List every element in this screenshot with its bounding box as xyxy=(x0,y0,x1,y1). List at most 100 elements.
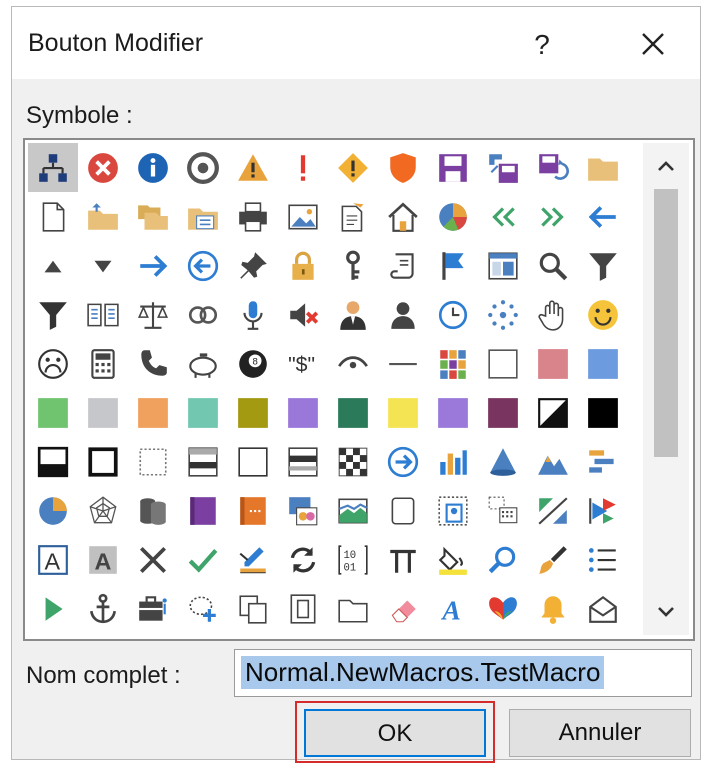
symbol-cell[interactable] xyxy=(528,192,578,241)
symbol-cell[interactable] xyxy=(178,143,228,192)
symbol-cell[interactable] xyxy=(28,339,78,388)
symbol-cell[interactable] xyxy=(128,437,178,486)
symbol-cell[interactable] xyxy=(578,143,628,192)
symbol-cell[interactable] xyxy=(528,290,578,339)
symbol-cell[interactable] xyxy=(378,584,428,633)
symbol-cell[interactable] xyxy=(578,388,628,437)
symbol-cell[interactable] xyxy=(428,241,478,290)
symbol-cell[interactable] xyxy=(528,388,578,437)
symbol-cell[interactable] xyxy=(278,192,328,241)
symbol-cell[interactable] xyxy=(328,241,378,290)
symbol-cell[interactable] xyxy=(478,192,528,241)
symbol-cell[interactable] xyxy=(128,535,178,584)
symbol-cell[interactable] xyxy=(328,290,378,339)
symbol-cell[interactable] xyxy=(578,486,628,535)
symbol-cell[interactable] xyxy=(478,290,528,339)
symbol-cell[interactable] xyxy=(78,584,128,633)
symbol-cell[interactable] xyxy=(28,486,78,535)
symbol-cell[interactable] xyxy=(478,143,528,192)
symbol-cell[interactable]: "$" xyxy=(278,339,328,388)
symbol-cell[interactable] xyxy=(228,241,278,290)
close-button[interactable] xyxy=(627,25,677,65)
symbol-cell[interactable] xyxy=(478,241,528,290)
symbol-cell[interactable] xyxy=(228,143,278,192)
symbol-cell[interactable] xyxy=(278,290,328,339)
symbol-cell[interactable] xyxy=(178,290,228,339)
symbol-cell[interactable] xyxy=(428,535,478,584)
symbol-cell[interactable] xyxy=(378,388,428,437)
symbol-cell[interactable]: A xyxy=(78,535,128,584)
symbol-cell[interactable] xyxy=(428,143,478,192)
symbol-cell[interactable] xyxy=(278,584,328,633)
symbol-cell[interactable] xyxy=(378,486,428,535)
symbol-cell[interactable] xyxy=(78,290,128,339)
symbol-cell[interactable] xyxy=(178,584,228,633)
symbol-cell[interactable] xyxy=(528,143,578,192)
symbol-cell[interactable] xyxy=(128,584,178,633)
symbol-cell[interactable] xyxy=(228,535,278,584)
symbol-cell[interactable] xyxy=(278,437,328,486)
symbol-cell[interactable] xyxy=(78,143,128,192)
symbol-cell[interactable] xyxy=(78,339,128,388)
symbol-cell[interactable]: A xyxy=(28,535,78,584)
symbol-cell[interactable] xyxy=(578,535,628,584)
scroll-down-button[interactable] xyxy=(643,589,689,635)
scroll-thumb[interactable] xyxy=(654,189,678,457)
symbol-cell[interactable] xyxy=(478,584,528,633)
symbol-cell[interactable] xyxy=(378,241,428,290)
symbol-cell[interactable] xyxy=(278,388,328,437)
symbol-cell[interactable] xyxy=(128,192,178,241)
symbol-cell[interactable] xyxy=(128,339,178,388)
symbol-cell[interactable] xyxy=(228,584,278,633)
symbol-cell[interactable]: 8 xyxy=(228,339,278,388)
ok-button[interactable]: OK xyxy=(304,709,486,757)
symbol-cell[interactable] xyxy=(78,192,128,241)
symbol-cell[interactable] xyxy=(28,241,78,290)
help-button[interactable]: ? xyxy=(517,25,567,65)
symbol-cell[interactable] xyxy=(528,486,578,535)
scroll-up-button[interactable] xyxy=(643,143,689,189)
symbol-cell[interactable] xyxy=(528,437,578,486)
symbol-cell[interactable] xyxy=(178,535,228,584)
symbol-cell[interactable] xyxy=(378,437,428,486)
symbol-cell[interactable] xyxy=(328,486,378,535)
symbol-cell[interactable] xyxy=(578,290,628,339)
symbol-cell[interactable] xyxy=(578,192,628,241)
vertical-scrollbar[interactable] xyxy=(643,143,689,635)
symbol-cell[interactable] xyxy=(328,192,378,241)
symbol-cell[interactable] xyxy=(328,143,378,192)
symbol-cell[interactable] xyxy=(578,437,628,486)
symbol-cell[interactable] xyxy=(128,290,178,339)
symbol-cell[interactable] xyxy=(228,388,278,437)
symbol-cell[interactable] xyxy=(428,388,478,437)
symbol-cell[interactable] xyxy=(478,339,528,388)
symbol-cell[interactable] xyxy=(178,241,228,290)
symbol-cell[interactable] xyxy=(78,388,128,437)
cancel-button[interactable]: Annuler xyxy=(509,709,691,757)
symbol-cell[interactable] xyxy=(378,290,428,339)
symbol-cell[interactable] xyxy=(328,339,378,388)
symbol-cell[interactable] xyxy=(28,192,78,241)
symbol-cell[interactable] xyxy=(378,143,428,192)
symbol-cell[interactable] xyxy=(478,535,528,584)
symbol-cell[interactable] xyxy=(228,486,278,535)
symbol-cell[interactable] xyxy=(78,486,128,535)
symbol-cell[interactable] xyxy=(178,339,228,388)
symbol-cell[interactable] xyxy=(128,143,178,192)
symbol-cell[interactable] xyxy=(128,388,178,437)
symbol-cell[interactable] xyxy=(378,339,428,388)
symbol-cell[interactable] xyxy=(478,437,528,486)
full-name-input[interactable]: Normal.NewMacros.TestMacro xyxy=(234,649,692,697)
symbol-cell[interactable] xyxy=(528,241,578,290)
symbol-cell[interactable]: A xyxy=(428,584,478,633)
symbol-cell[interactable] xyxy=(78,241,128,290)
symbol-cell[interactable] xyxy=(378,192,428,241)
symbol-cell[interactable] xyxy=(528,339,578,388)
symbol-cell[interactable] xyxy=(28,388,78,437)
symbol-cell[interactable] xyxy=(328,584,378,633)
symbol-cell[interactable] xyxy=(78,437,128,486)
symbol-cell[interactable] xyxy=(28,143,78,192)
symbol-cell[interactable] xyxy=(228,437,278,486)
symbol-cell[interactable] xyxy=(178,486,228,535)
symbol-cell[interactable] xyxy=(28,437,78,486)
